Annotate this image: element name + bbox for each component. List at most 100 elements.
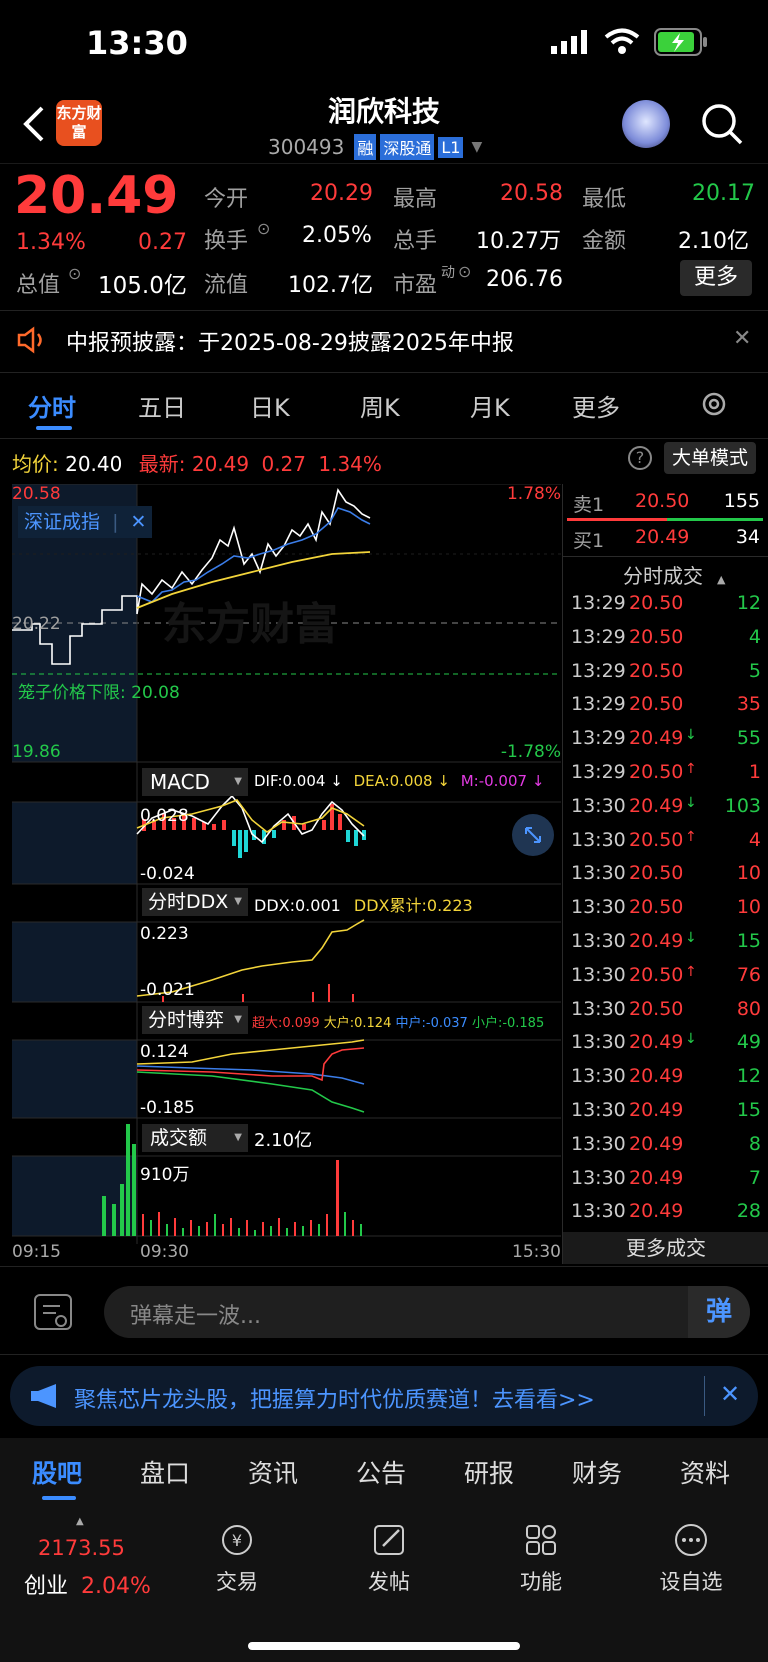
- volume-selector[interactable]: 成交额 ▼: [142, 1124, 248, 1152]
- tab-news[interactable]: 资讯: [248, 1454, 298, 1490]
- tick-row: 13:30 20.49 15: [563, 1099, 768, 1133]
- tick-volume: 80: [736, 997, 761, 1020]
- tick-volume: 76: [736, 963, 761, 986]
- macd-selector[interactable]: MACD ▼: [142, 768, 248, 796]
- tick-price: 20.50: [629, 862, 684, 885]
- barrage-send-button[interactable]: 弹: [688, 1286, 750, 1338]
- index-row[interactable]: 创业 2.04%: [24, 1568, 151, 1600]
- game-selector[interactable]: 分时博弈 ▼: [142, 1006, 248, 1034]
- intraday-chart-area[interactable]: 东方财富 20.58 20.22 19.86 1.78% -1.78% 笼子价格…: [12, 484, 561, 1264]
- ticks-title[interactable]: 分时成交 ▲: [623, 560, 725, 589]
- info-icon[interactable]: ⊙: [458, 262, 471, 281]
- tick-volume: 55: [736, 727, 761, 750]
- tick-arrow: ↓: [685, 727, 697, 744]
- time-axis-open: 09:30: [140, 1242, 189, 1262]
- settings-icon[interactable]: [700, 390, 728, 422]
- trade-label: 交易: [216, 1570, 258, 1594]
- game-big: 大户:0.124: [323, 1016, 392, 1031]
- tick-price: 20.49: [629, 1200, 684, 1223]
- tick-row: 13:30 20.50 10: [563, 896, 768, 930]
- close-icon[interactable]: ✕: [131, 511, 147, 533]
- bottom-bar: ▲ 2173.55 创业 2.04% ¥ 交易 发帖 功能 设自选: [0, 1512, 768, 1662]
- pct-low-label: -1.78%: [500, 742, 561, 762]
- volume-label: 总手: [393, 229, 438, 254]
- tab-profile[interactable]: 资料: [680, 1454, 730, 1490]
- ddx-bottom: -0.021: [140, 980, 195, 1000]
- edit-icon: [374, 1525, 404, 1555]
- buy1-price: 20.49: [635, 526, 690, 548]
- signal-icon: [551, 30, 589, 58]
- tab-forum[interactable]: 股吧: [32, 1454, 82, 1490]
- tab-month-k[interactable]: 月K: [470, 388, 510, 423]
- functions-button[interactable]: 功能: [486, 1522, 596, 1596]
- battery-icon: [654, 28, 710, 60]
- index-overlay-chip[interactable]: 深证成指 | ✕: [18, 506, 153, 538]
- info-icon[interactable]: ⊙: [68, 264, 81, 283]
- big-order-mode-button[interactable]: 大单模式: [664, 442, 756, 474]
- trade-button[interactable]: ¥ 交易: [182, 1522, 292, 1596]
- high-value: 20.58: [500, 181, 563, 206]
- ddx-label: 分时DDX: [148, 891, 229, 913]
- tab-more[interactable]: 更多: [572, 388, 620, 423]
- tick-volume: 1: [748, 760, 761, 783]
- total-value: 105.0亿: [98, 273, 187, 299]
- tab-research[interactable]: 研报: [464, 1454, 514, 1490]
- add-watchlist-button[interactable]: 设自选: [636, 1522, 746, 1596]
- tick-time: 13:29: [571, 659, 626, 682]
- ticks-list[interactable]: 13:29 20.50 12 13:29 20.50 4 13:29 20.50 5 13:29 2…: [563, 592, 768, 1234]
- robot-assistant-icon[interactable]: [622, 100, 670, 148]
- ad-text[interactable]: 聚焦芯片龙头股，把握算力时代优质赛道！去看看>>: [74, 1382, 595, 1414]
- tab-announcements[interactable]: 公告: [356, 1454, 406, 1490]
- tab-day-k[interactable]: 日K: [250, 388, 290, 423]
- notice-text[interactable]: 中报预披露：于2025-08-29披露2025年中报: [66, 325, 514, 357]
- chevron-up-icon: ▲: [76, 1516, 84, 1527]
- more-ticks-button[interactable]: 更多成交: [563, 1232, 768, 1264]
- ad-banner[interactable]: 聚焦芯片龙头股，把握算力时代优质赛道！去看看>> ✕: [10, 1366, 758, 1426]
- tick-price: 20.50: [629, 963, 684, 986]
- tick-time: 13:29: [571, 693, 626, 716]
- post-button[interactable]: 发帖: [334, 1522, 444, 1596]
- close-icon[interactable]: ✕: [720, 1380, 740, 1408]
- index-value[interactable]: 2173.55: [38, 1536, 125, 1560]
- tick-volume: 12: [736, 1065, 761, 1088]
- help-icon[interactable]: ?: [628, 446, 652, 470]
- price-mid-label: 20.22: [12, 614, 61, 634]
- chevron-down-icon: ▼: [234, 776, 242, 787]
- tab-order-book[interactable]: 盘口: [140, 1454, 190, 1490]
- close-icon[interactable]: ✕: [733, 326, 751, 351]
- tick-time: 13:30: [571, 1031, 626, 1054]
- tab-finance[interactable]: 财务: [572, 1454, 622, 1490]
- buy1-label: 买1: [573, 530, 605, 552]
- tab-five-day[interactable]: 五日: [138, 388, 186, 423]
- tick-price: 20.49: [629, 1132, 684, 1155]
- current-price: 20.49: [14, 166, 179, 226]
- low-value: 20.17: [692, 181, 755, 206]
- tick-row: 13:30 20.50 ↑ 4: [563, 829, 768, 863]
- barrage-toggle-icon[interactable]: [34, 1294, 72, 1330]
- barrage-input[interactable]: 弹幕走一波... 弹: [104, 1286, 750, 1338]
- search-icon[interactable]: [700, 102, 744, 150]
- tick-arrow: ↑: [685, 760, 697, 777]
- latest-label: 最新:: [138, 452, 186, 476]
- limit-label: 笼子价格下限:: [18, 683, 126, 703]
- stock-code-row[interactable]: 300493 融 深股通 L1 ▼: [268, 134, 482, 160]
- tag-margin: 融: [354, 134, 377, 160]
- index-name: 创业: [24, 1574, 69, 1599]
- tick-row: 13:30 20.49 8: [563, 1133, 768, 1167]
- tick-volume: 4: [748, 625, 761, 648]
- more-quote-button[interactable]: 更多: [680, 260, 752, 296]
- tick-time: 13:30: [571, 1132, 626, 1155]
- expand-icon[interactable]: [512, 814, 554, 856]
- ddx-selector[interactable]: 分时DDX ▼: [142, 888, 248, 916]
- limit-value: 20.08: [131, 683, 180, 703]
- megaphone-icon: [28, 1382, 62, 1414]
- add-watchlist-label: 设自选: [659, 1570, 723, 1594]
- game-small: 小户:-0.185: [471, 1016, 545, 1031]
- tab-week-k[interactable]: 周K: [360, 388, 400, 423]
- info-icon[interactable]: ⊙: [257, 219, 270, 238]
- tab-intraday[interactable]: 分时: [28, 388, 76, 423]
- chevron-down-icon: ▼: [471, 139, 483, 155]
- tick-time: 13:30: [571, 1200, 626, 1223]
- game-super: 超大:0.099: [252, 1016, 320, 1031]
- tick-time: 13:29: [571, 625, 626, 648]
